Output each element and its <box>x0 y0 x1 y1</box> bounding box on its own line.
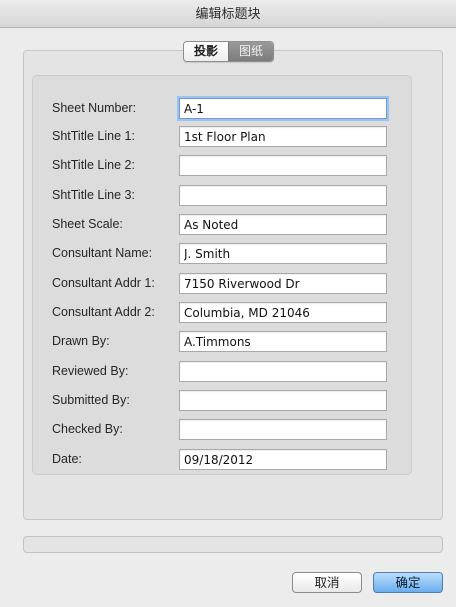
shttitle-line-2-label: ShtTitle Line 2: <box>52 158 135 172</box>
date-field[interactable] <box>179 449 387 470</box>
row-drawn-by: Drawn By: <box>52 331 392 353</box>
view-segmented-control: 投影 图纸 <box>183 41 275 62</box>
shttitle-line-3-field[interactable] <box>179 185 387 206</box>
submitted-by-label: Submitted By: <box>52 393 130 407</box>
checked-by-field[interactable] <box>179 419 387 440</box>
date-label: Date: <box>52 452 82 466</box>
consultant-name-label: Consultant Name: <box>52 246 153 260</box>
shttitle-line-1-label: ShtTitle Line 1: <box>52 129 135 143</box>
consultant-addr-2-field[interactable] <box>179 302 387 323</box>
tab-projection[interactable]: 投影 <box>184 42 229 61</box>
sheet-scale-field[interactable] <box>179 214 387 235</box>
window-title: 编辑标题块 <box>0 0 456 28</box>
cancel-button[interactable]: 取消 <box>292 572 362 593</box>
drawn-by-label: Drawn By: <box>52 334 110 348</box>
row-date: Date: <box>52 449 392 471</box>
row-submitted-by: Submitted By: <box>52 390 392 412</box>
row-checked-by: Checked By: <box>52 419 392 441</box>
row-consultant-addr-1: Consultant Addr 1: <box>52 273 392 295</box>
row-shttitle-line-3: ShtTitle Line 3: <box>52 185 392 207</box>
row-sheet-scale: Sheet Scale: <box>52 214 392 236</box>
consultant-addr-1-label: Consultant Addr 1: <box>52 276 155 290</box>
sheet-number-field[interactable] <box>179 98 387 119</box>
consultant-name-field[interactable] <box>179 243 387 264</box>
row-reviewed-by: Reviewed By: <box>52 361 392 383</box>
submitted-by-field[interactable] <box>179 390 387 411</box>
row-shttitle-line-2: ShtTitle Line 2: <box>52 155 392 177</box>
reviewed-by-field[interactable] <box>179 361 387 382</box>
consultant-addr-2-label: Consultant Addr 2: <box>52 305 155 319</box>
progress-bar <box>23 536 443 553</box>
checked-by-label: Checked By: <box>52 422 123 436</box>
shttitle-line-3-label: ShtTitle Line 3: <box>52 188 135 202</box>
row-shttitle-line-1: ShtTitle Line 1: <box>52 126 392 148</box>
consultant-addr-1-field[interactable] <box>179 273 387 294</box>
shttitle-line-1-field[interactable] <box>179 126 387 147</box>
sheet-scale-label: Sheet Scale: <box>52 217 123 231</box>
shttitle-line-2-field[interactable] <box>179 155 387 176</box>
row-sheet-number: Sheet Number: <box>52 98 392 120</box>
row-consultant-name: Consultant Name: <box>52 243 392 265</box>
tab-sheet[interactable]: 图纸 <box>228 42 274 61</box>
drawn-by-field[interactable] <box>179 331 387 352</box>
reviewed-by-label: Reviewed By: <box>52 364 129 378</box>
sheet-number-label: Sheet Number: <box>52 101 137 115</box>
row-consultant-addr-2: Consultant Addr 2: <box>52 302 392 324</box>
ok-button[interactable]: 确定 <box>373 572 443 593</box>
